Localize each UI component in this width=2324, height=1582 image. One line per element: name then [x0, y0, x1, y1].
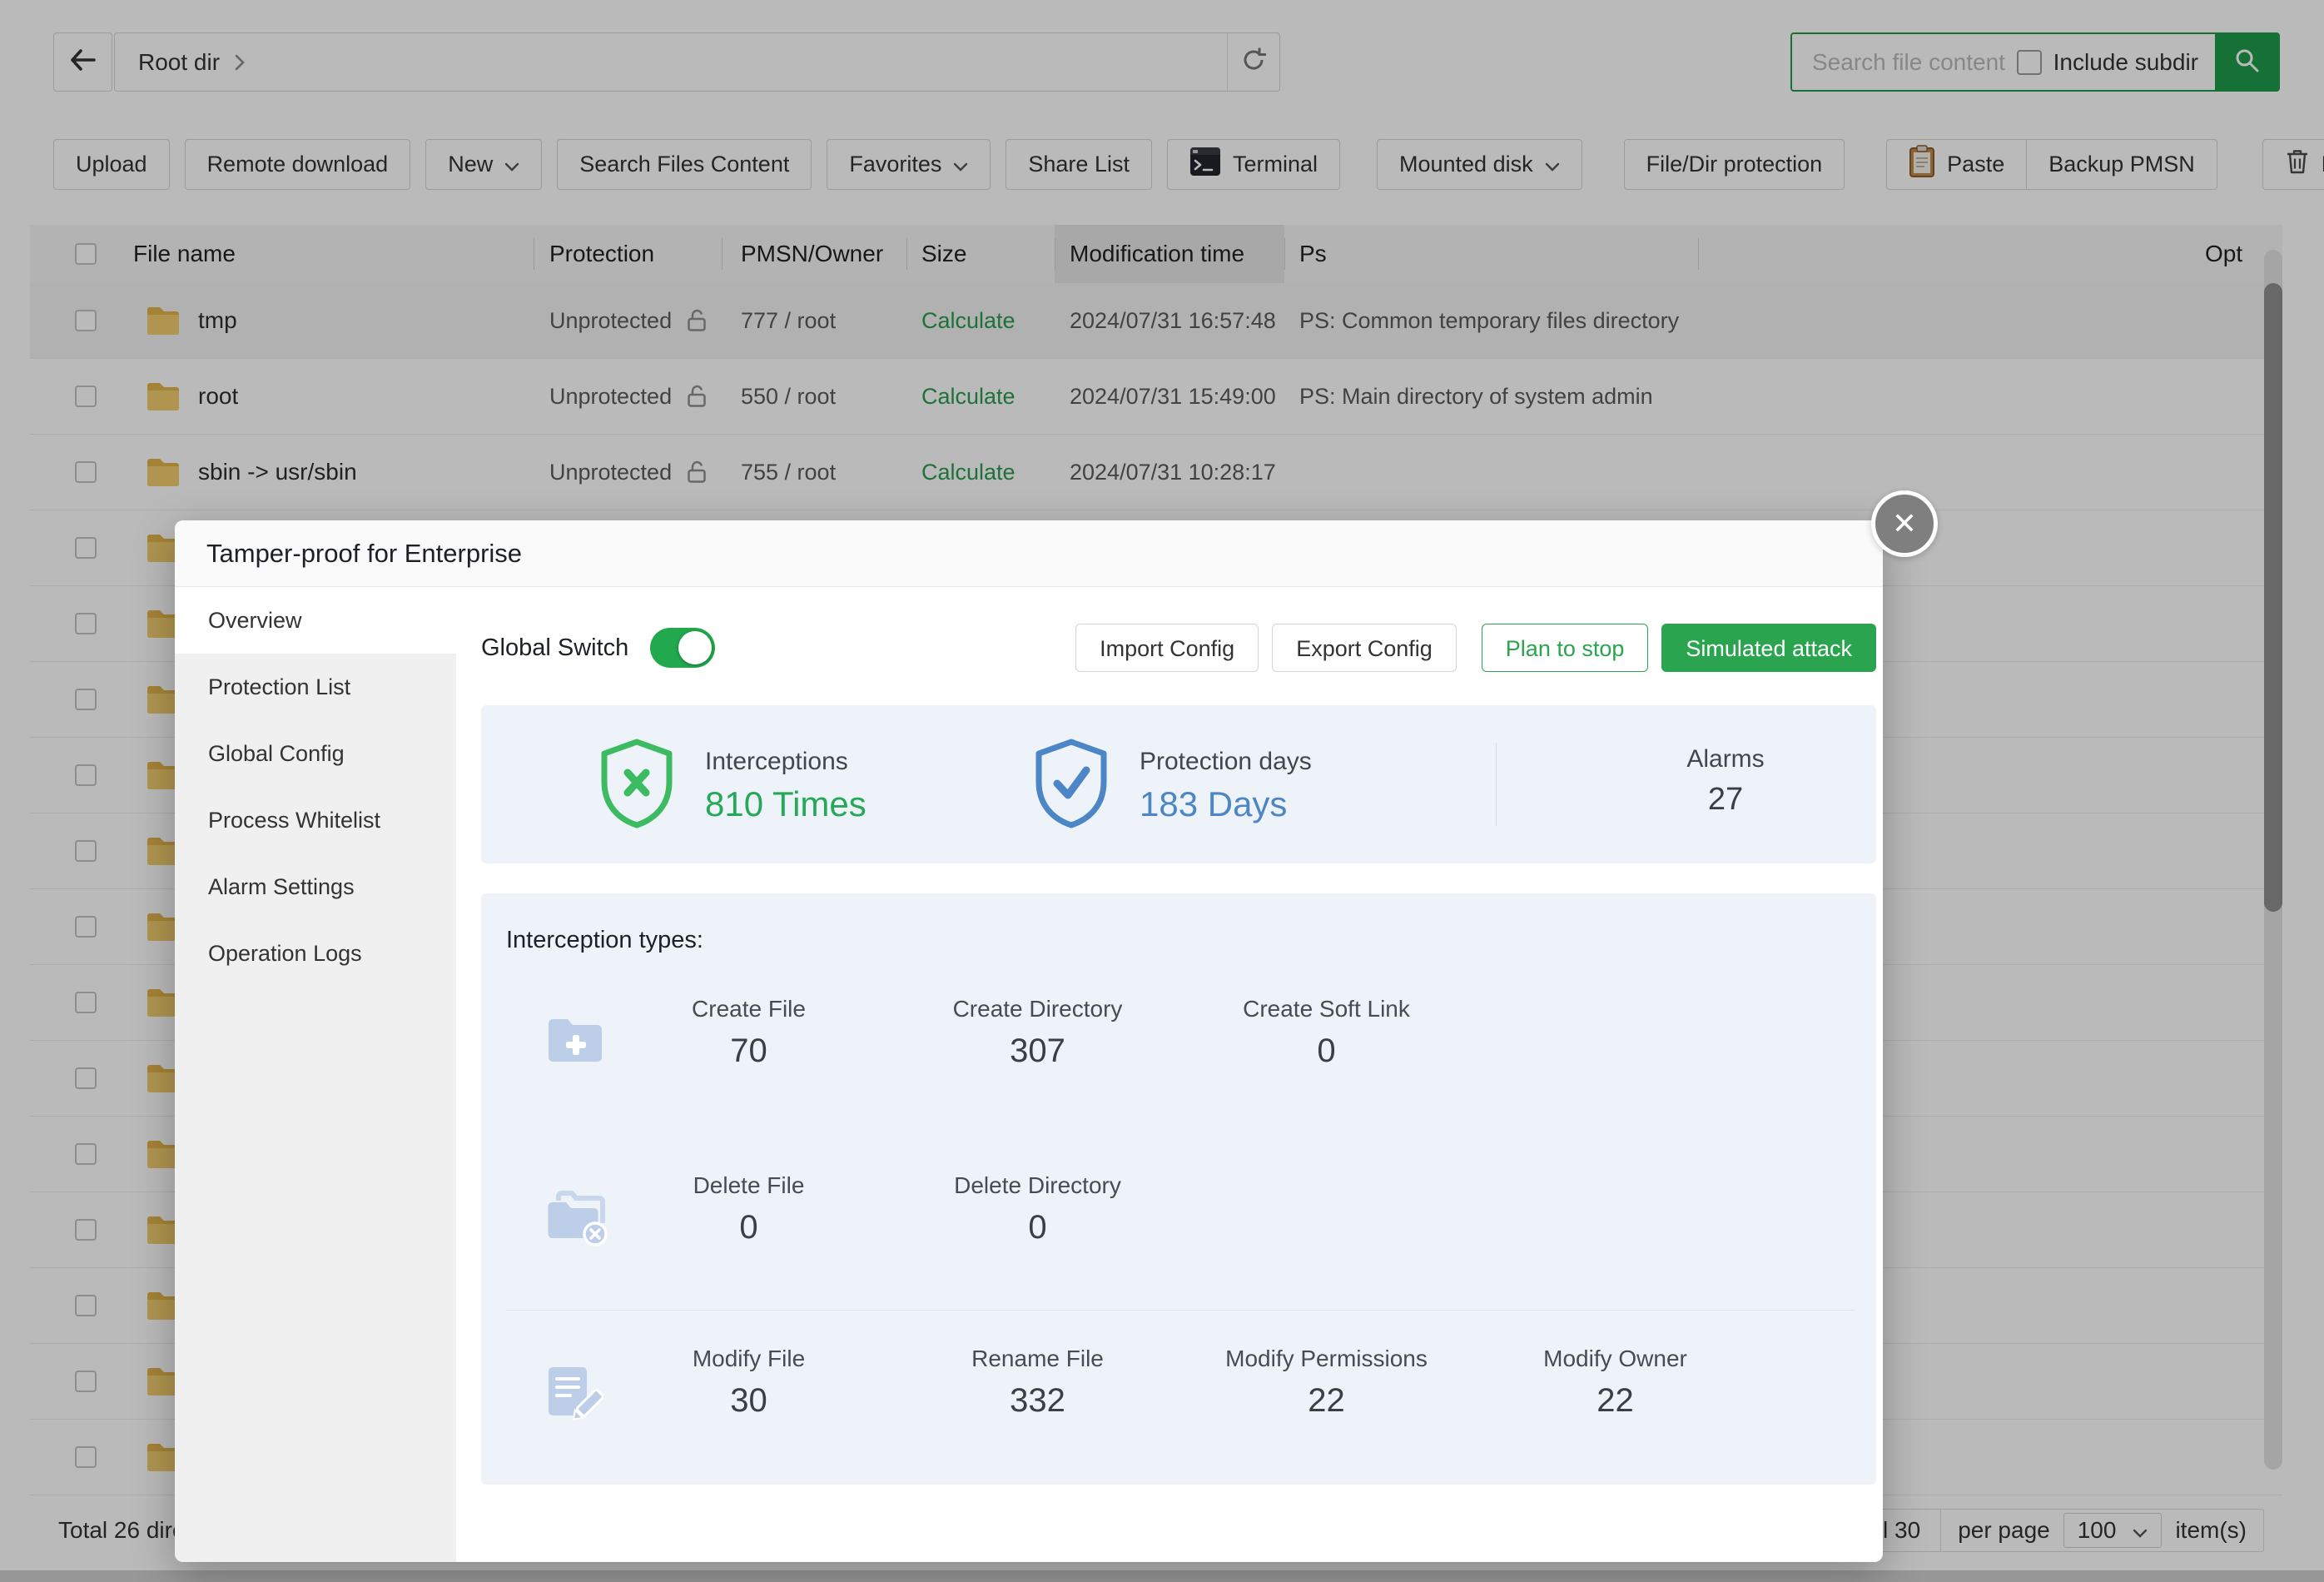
interception-stat: Modify Owner 22	[1471, 1346, 1760, 1420]
interception-stat: Delete Directory 0	[893, 1172, 1182, 1246]
interception-value: 70	[604, 1032, 893, 1070]
simulated-attack-button[interactable]: Simulated attack	[1661, 624, 1876, 672]
interceptions-stat: Interceptions 810 Times	[595, 737, 867, 834]
interception-value: 0	[1182, 1032, 1471, 1070]
interception-type-row: Modify File 30Rename File 332Modify Permis…	[481, 1346, 1876, 1420]
interception-value: 0	[604, 1209, 893, 1246]
modal-content: Global Switch Import Config Export Confi…	[456, 587, 1883, 1562]
interception-type-row: Create File 70Create Directory 307Create S…	[481, 996, 1876, 1070]
interception-types-panel: Interception types: Create File70Create …	[481, 893, 1876, 1485]
interception-label: Rename File	[893, 1346, 1182, 1372]
protection-days-stat: Protection days 183 Days	[1030, 737, 1312, 834]
interception-types-title: Interception types:	[506, 927, 703, 954]
interception-label: Create Soft Link	[1182, 996, 1471, 1022]
modal-nav-item[interactable]: Overview	[175, 587, 456, 654]
export-config-button[interactable]: Export Config	[1272, 624, 1457, 672]
stats-panel: Interceptions 810 Times Protection days …	[481, 705, 1876, 863]
modal-nav-item[interactable]: Global Config	[175, 720, 456, 787]
file-manager-page: Root dir Search file content Include sub…	[0, 0, 2324, 1582]
interceptions-value: 810 Times	[705, 784, 867, 824]
interception-stat: Delete File 0	[604, 1172, 893, 1246]
alarms-stat: Alarms 27	[1601, 745, 1850, 818]
interception-stat: Create File 70	[604, 996, 893, 1070]
interception-label: Modify Permissions	[1182, 1346, 1471, 1372]
interception-value: 22	[1182, 1382, 1471, 1420]
interceptions-label: Interceptions	[705, 748, 867, 776]
close-button[interactable]: ✕	[1871, 490, 1938, 557]
interception-value: 307	[893, 1032, 1182, 1070]
interception-stat: Modify File 30	[604, 1346, 893, 1420]
types-divider	[506, 1310, 1855, 1311]
stats-divider	[1496, 743, 1497, 826]
shield-x-icon	[595, 737, 678, 834]
interception-value: 22	[1471, 1382, 1760, 1420]
modal-title: Tamper-proof for Enterprise	[175, 520, 1883, 587]
interception-label: Create File	[604, 996, 893, 1022]
folder-plus-icon	[545, 1014, 607, 1072]
protection-days-label: Protection days	[1140, 748, 1312, 776]
folder-delete-icon	[545, 1191, 612, 1251]
interception-stat: Create Soft Link 0	[1182, 996, 1471, 1070]
alarms-value: 27	[1601, 782, 1850, 818]
modal-nav-item[interactable]: Alarm Settings	[175, 853, 456, 920]
global-switch-toggle[interactable]	[650, 628, 715, 668]
modal-nav-item[interactable]: Protection List	[175, 654, 456, 720]
interception-stat: Create Directory 307	[893, 996, 1182, 1070]
modal-nav: OverviewProtection ListGlobal ConfigProc…	[175, 587, 456, 1562]
interception-stat: Modify Permissions 22	[1182, 1346, 1471, 1420]
alarms-label: Alarms	[1601, 745, 1850, 774]
interception-label: Delete Directory	[893, 1172, 1182, 1199]
modify-file-icon	[545, 1364, 603, 1430]
interception-stat: Rename File 332	[893, 1346, 1182, 1420]
interception-label: Delete File	[604, 1172, 893, 1199]
interception-label: Modify Owner	[1471, 1346, 1760, 1372]
shield-check-icon	[1030, 737, 1113, 834]
plan-to-stop-button[interactable]: Plan to stop	[1482, 624, 1649, 672]
modal-nav-item[interactable]: Operation Logs	[175, 920, 456, 987]
global-switch-label: Global Switch	[481, 634, 628, 662]
import-config-button[interactable]: Import Config	[1075, 624, 1259, 672]
modal-nav-item[interactable]: Process Whitelist	[175, 787, 456, 853]
interception-value: 332	[893, 1382, 1182, 1420]
protection-days-value: 183 Days	[1140, 784, 1312, 824]
interception-type-row: Delete File0Delete Directory0	[481, 1172, 1876, 1246]
tamper-proof-modal: ✕ Tamper-proof for Enterprise OverviewPr…	[175, 520, 1883, 1562]
interception-value: 30	[604, 1382, 893, 1420]
interception-value: 0	[893, 1209, 1182, 1246]
interception-label: Create Directory	[893, 996, 1182, 1022]
interception-label: Modify File	[604, 1346, 893, 1372]
